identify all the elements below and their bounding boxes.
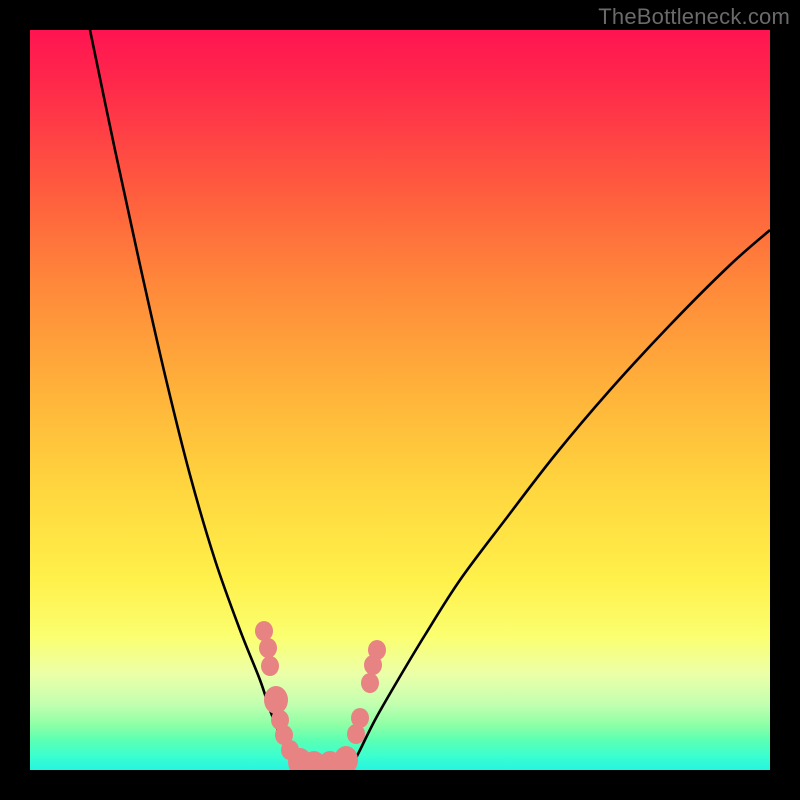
dot-marker (361, 673, 379, 693)
dot-marker (281, 740, 299, 760)
dot-marker (255, 621, 273, 641)
dot-marker (347, 724, 365, 744)
plot-area (30, 30, 770, 770)
watermark-text: TheBottleneck.com (598, 4, 790, 30)
right-curve (350, 230, 770, 770)
dot-marker (275, 725, 293, 745)
dot-marker (288, 748, 312, 770)
dot-marker (368, 640, 386, 660)
dot-marker (302, 751, 326, 770)
left-curve (90, 30, 300, 770)
dot-marker (364, 655, 382, 675)
curve-svg (30, 30, 770, 770)
dot-marker (318, 751, 342, 770)
dot-marker (264, 686, 288, 714)
chart-canvas: TheBottleneck.com (0, 0, 800, 800)
dot-marker (259, 638, 277, 658)
dot-marker (271, 710, 289, 730)
dot-marker (351, 708, 369, 728)
dot-marker (334, 746, 358, 770)
dot-marker (261, 656, 279, 676)
dotted-segment (255, 621, 386, 770)
